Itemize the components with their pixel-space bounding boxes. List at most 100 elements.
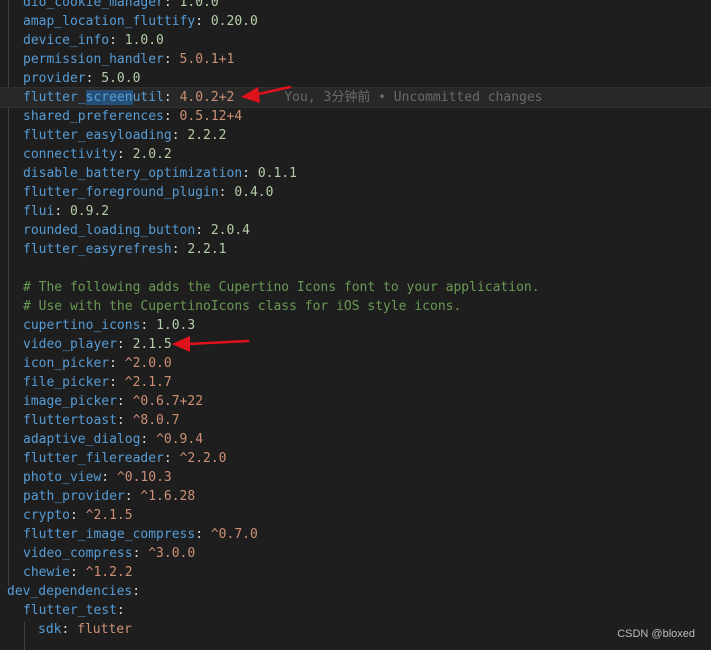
code-line[interactable]: shared_preferences: 0.5.12+4 <box>23 107 242 126</box>
code-comment[interactable]: # The following adds the Cupertino Icons… <box>23 278 540 297</box>
code-line[interactable]: flui: 0.9.2 <box>23 202 109 221</box>
dependency-version: ^0.7.0 <box>210 527 258 542</box>
code-line[interactable]: flutter_image_compress: ^0.7.0 <box>23 525 258 544</box>
dependency-version: 0.9.2 <box>69 204 110 219</box>
dependency-name: flutter_foreground_plugin <box>23 185 219 200</box>
code-line[interactable]: provider: 5.0.0 <box>23 69 140 88</box>
code-line[interactable]: dev_dependencies: <box>7 582 140 601</box>
dependency-name: image_picker <box>23 394 117 409</box>
dependency-name: file_picker <box>23 375 110 390</box>
dependency-name-part: flutter_ <box>23 90 86 105</box>
comment-text: # Use with the CupertinoIcons class for … <box>23 299 462 314</box>
dependency-version: ^0.6.7+22 <box>132 394 204 409</box>
code-line[interactable]: image_picker: ^0.6.7+22 <box>23 392 203 411</box>
code-line[interactable]: adaptive_dialog: ^0.9.4 <box>23 430 203 449</box>
code-line[interactable]: sdk: flutter <box>38 620 132 639</box>
dependency-name: cupertino_icons <box>23 318 141 333</box>
code-line[interactable]: file_picker: ^2.1.7 <box>23 373 172 392</box>
dependency-version: 2.2.2 <box>187 128 227 143</box>
code-line[interactable]: flutter_filereader: ^2.2.0 <box>23 449 227 468</box>
dependency-name: rounded_loading_button <box>23 223 196 238</box>
dependency-name: video_compress <box>23 546 133 561</box>
dependency-name: sdk <box>38 622 62 637</box>
code-line[interactable]: photo_view: ^0.10.3 <box>23 468 172 487</box>
dependency-version: ^1.2.2 <box>85 565 133 580</box>
red-arrow-icon <box>172 336 250 352</box>
dependency-version: ^2.1.5 <box>85 508 133 523</box>
code-line[interactable]: disable_battery_optimization: 0.1.1 <box>23 164 297 183</box>
dependency-version: 2.1.5 <box>132 337 172 352</box>
dependency-name: chewie <box>23 565 70 580</box>
red-arrow-icon <box>241 85 292 103</box>
dependency-name: amap_location_fluttify <box>23 14 196 29</box>
dependency-name: permission_handler <box>23 52 164 67</box>
dependency-version: 1.0.0 <box>179 0 219 10</box>
code-editor[interactable]: dio_cookie_manager: 1.0.0 amap_location_… <box>0 0 711 650</box>
indent-guide <box>24 622 25 650</box>
dependency-name: video_player <box>23 337 117 352</box>
code-line[interactable]: permission_handler: 5.0.1+1 <box>23 50 234 69</box>
dependency-version: 5.0.1+1 <box>179 52 235 67</box>
dependency-name: device_info <box>23 33 110 48</box>
dependency-name: flui <box>23 204 55 219</box>
dependency-name: provider <box>23 71 86 86</box>
dependency-name: photo_view <box>23 470 102 485</box>
text-selection[interactable]: screen <box>85 90 133 105</box>
code-line[interactable]: flutter_foreground_plugin: 0.4.0 <box>23 183 273 202</box>
code-line[interactable]: cupertino_icons: 1.0.3 <box>23 316 195 335</box>
dependency-version: 2.2.1 <box>187 242 227 257</box>
dependency-version: 1.0.3 <box>156 318 196 333</box>
dependency-version: 0.5.12+4 <box>179 109 243 124</box>
code-line[interactable]: fluttertoast: ^8.0.7 <box>23 411 180 430</box>
code-line[interactable]: flutter_test: <box>23 601 125 620</box>
code-line[interactable]: connectivity: 2.0.2 <box>23 145 172 164</box>
dependency-version: 1.0.0 <box>124 33 164 48</box>
dependency-version: 0.4.0 <box>234 185 274 200</box>
dependency-name: connectivity <box>23 147 117 162</box>
dependency-name: flutter_filereader <box>23 451 164 466</box>
section-key: dev_dependencies <box>7 584 133 599</box>
dependency-version: ^2.1.7 <box>124 375 172 390</box>
code-line[interactable]: crypto: ^2.1.5 <box>23 506 133 525</box>
code-line[interactable]: chewie: ^1.2.2 <box>23 563 133 582</box>
dependency-name: flutter_easyloading <box>23 128 172 143</box>
code-line[interactable]: device_info: 1.0.0 <box>23 31 164 50</box>
code-comment[interactable]: # Use with the CupertinoIcons class for … <box>23 297 461 316</box>
code-line[interactable]: amap_location_fluttify: 0.20.0 <box>23 12 258 31</box>
dependency-name: flutter_easyrefresh <box>23 242 172 257</box>
dependency-name: icon_picker <box>23 356 110 371</box>
code-line[interactable]: dio_cookie_manager: 1.0.0 <box>23 0 219 12</box>
dependency-name: flutter_test <box>23 603 117 618</box>
code-line[interactable]: video_compress: ^3.0.0 <box>23 544 195 563</box>
code-line[interactable]: path_provider: ^1.6.28 <box>23 487 195 506</box>
dependency-version: 0.1.1 <box>257 166 297 181</box>
watermark: CSDN @bloxed <box>617 628 695 640</box>
dependency-name: adaptive_dialog <box>23 432 141 447</box>
git-blame-annotation: You, 3分钟前 • Uncommitted changes <box>284 90 543 105</box>
code-line[interactable]: icon_picker: ^2.0.0 <box>23 354 172 373</box>
dependency-name: path_provider <box>23 489 125 504</box>
code-line[interactable]: flutter_easyrefresh: 2.2.1 <box>23 240 227 259</box>
dependency-version: ^3.0.0 <box>148 546 196 561</box>
dependency-version: ^8.0.7 <box>132 413 180 428</box>
dependency-name: disable_battery_optimization <box>23 166 243 181</box>
dependency-version: 5.0.0 <box>101 71 141 86</box>
code-line[interactable]: flutter_easyloading: 2.2.2 <box>23 126 227 145</box>
dependency-version: ^2.0.0 <box>124 356 172 371</box>
code-line-active[interactable]: flutter_screenutil: 4.0.2+2 You, 3分钟前 • U… <box>0 87 711 108</box>
dependency-name: fluttertoast <box>23 413 117 428</box>
code-line[interactable]: rounded_loading_button: 2.0.4 <box>23 221 250 240</box>
dependency-version: flutter <box>77 622 132 637</box>
dependency-version: ^1.6.28 <box>140 489 196 504</box>
dependency-name: dio_cookie_manager <box>23 0 164 10</box>
dependency-version: 2.0.4 <box>210 223 250 238</box>
comment-text: # The following adds the Cupertino Icons… <box>23 280 540 295</box>
dependency-version: 4.0.2+2 <box>179 90 235 105</box>
dependency-version: ^0.9.4 <box>156 432 204 447</box>
dependency-version: ^0.10.3 <box>116 470 172 485</box>
dependency-name: shared_preferences <box>23 109 164 124</box>
code-line[interactable]: video_player: 2.1.5 <box>23 335 172 354</box>
dependency-version: 0.20.0 <box>210 14 258 29</box>
dependency-name-part: util <box>132 90 164 105</box>
dependency-name: flutter_image_compress <box>23 527 196 542</box>
